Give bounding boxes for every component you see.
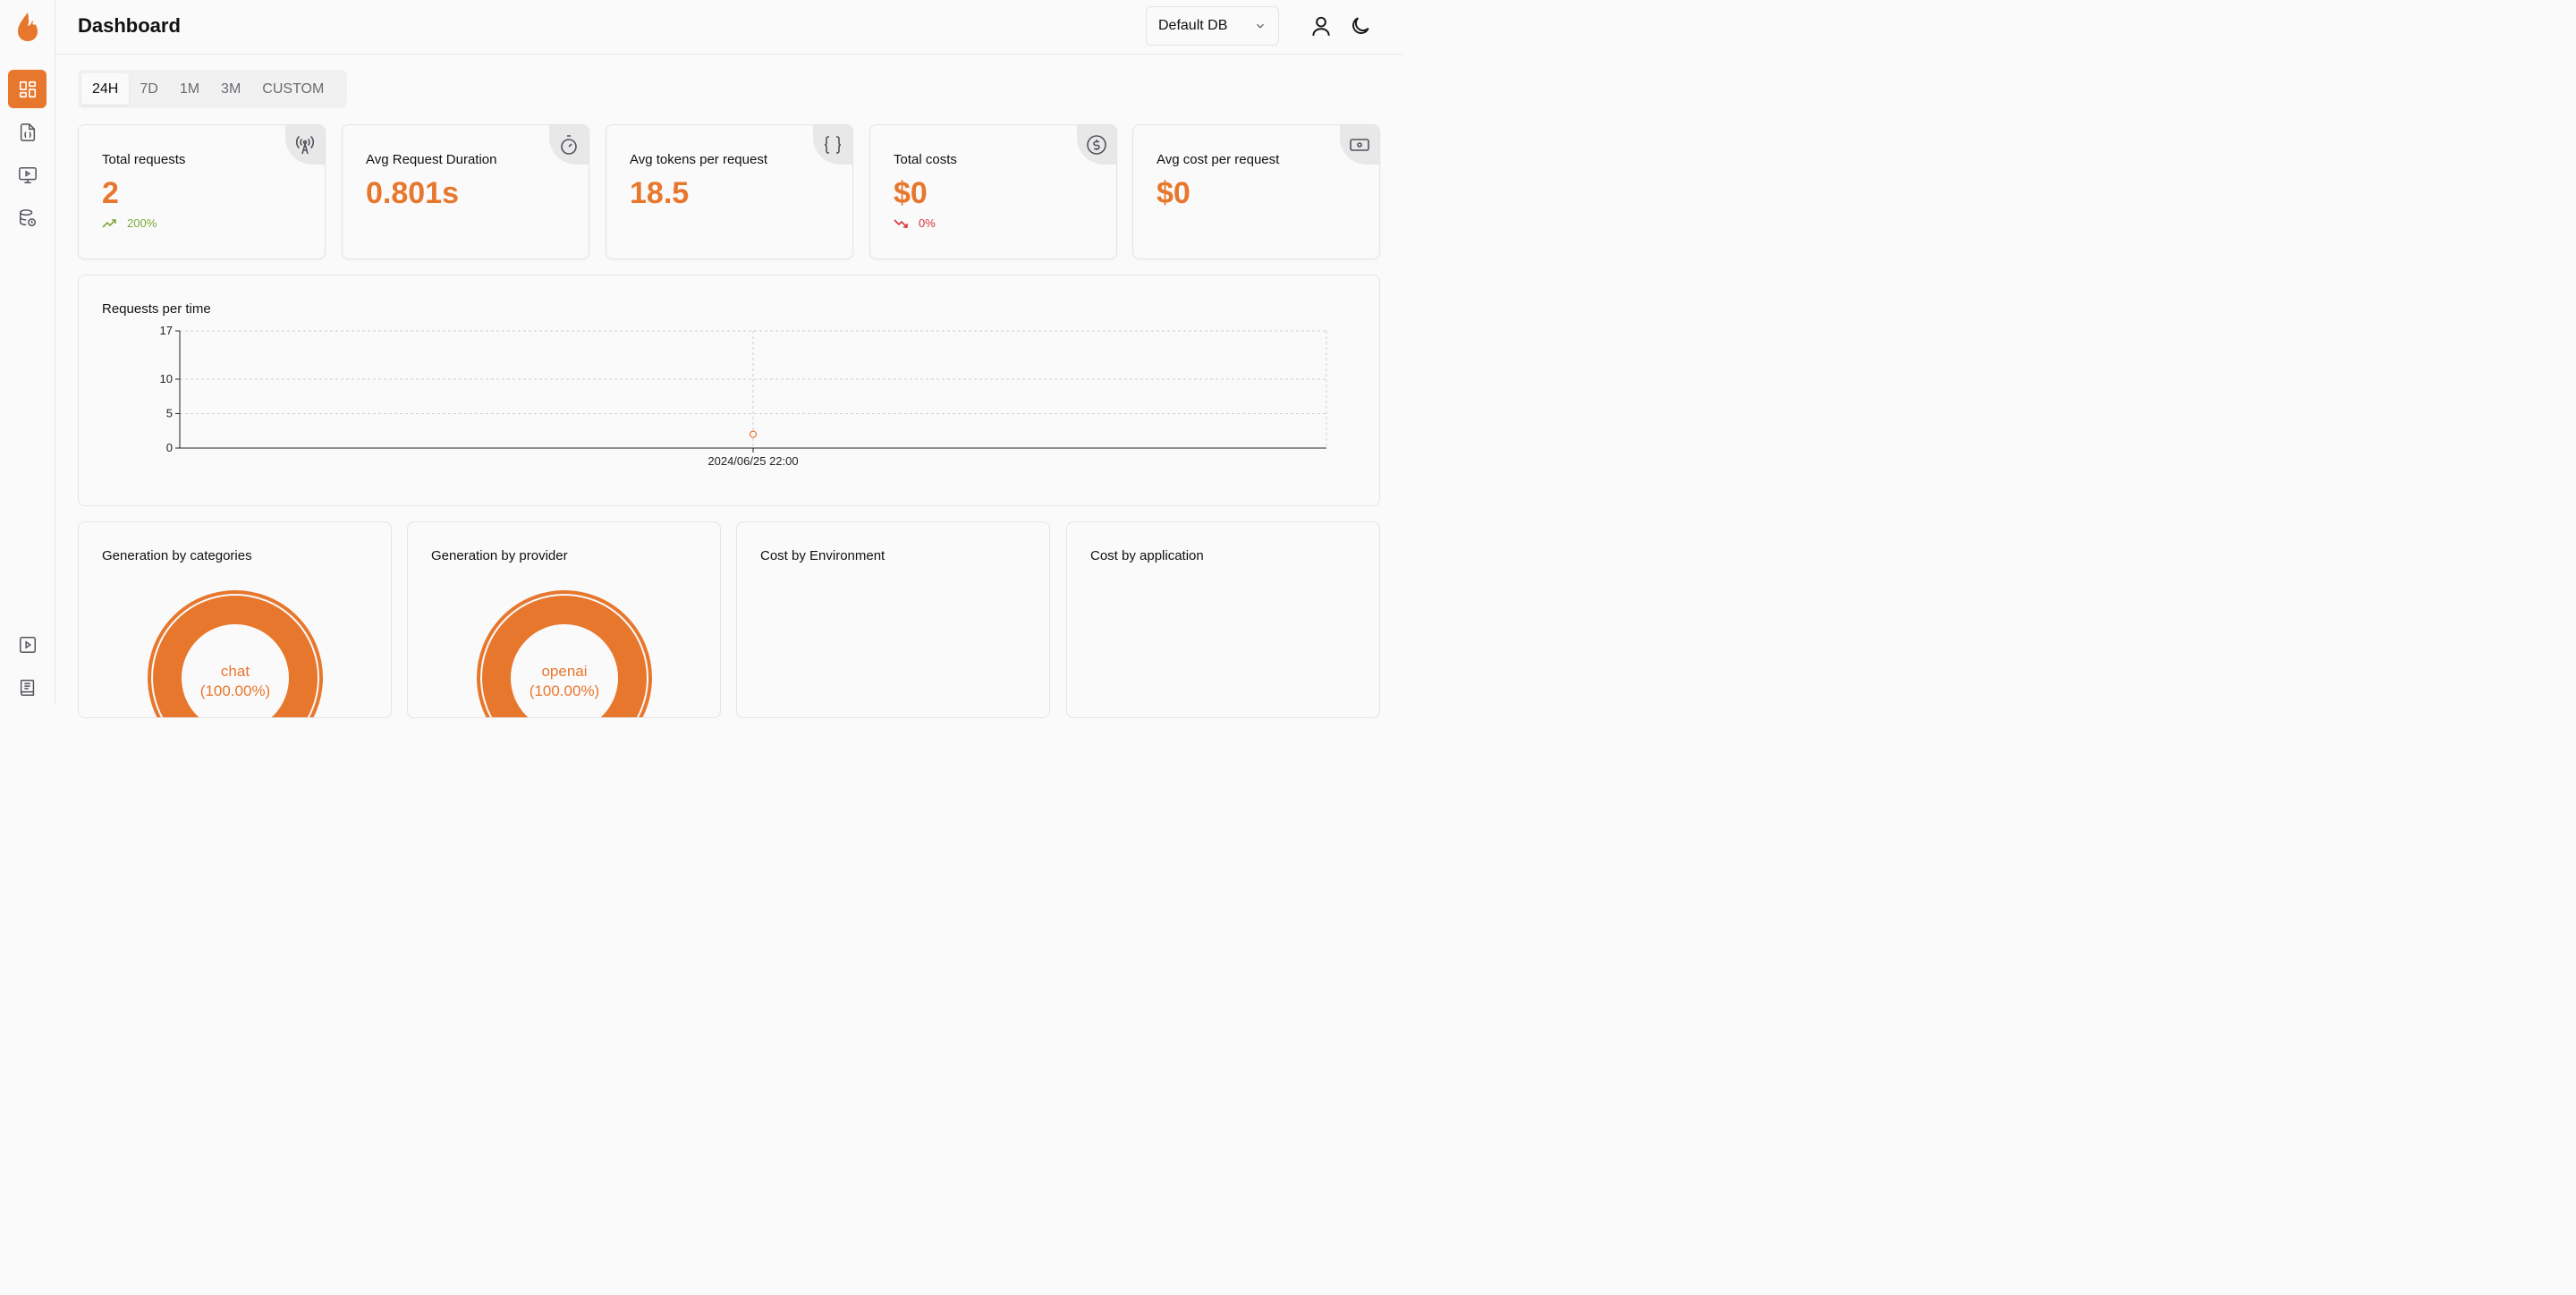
y-tick-label: 17 — [160, 324, 173, 337]
requests-chart: 0 5 10 17 2024/06/25 22:00 — [160, 324, 1327, 468]
card-title: Generation by provider — [431, 548, 568, 563]
card-cost-by-application: Cost by application — [1066, 521, 1380, 718]
page-title: Dashboard — [78, 14, 181, 37]
tab-7d[interactable]: 7D — [129, 73, 168, 105]
card-generation-by-categories: Generation by categories chat (100.00%) — [78, 521, 392, 718]
stat-value: $0 — [1157, 176, 1191, 210]
y-tick-label: 10 — [160, 372, 173, 385]
card-cost-by-environment: Cost by Environment — [736, 521, 1050, 718]
sidebar-item-playground[interactable] — [8, 625, 47, 664]
sidebar-item-monitor[interactable] — [8, 156, 47, 194]
y-tick-label: 5 — [166, 406, 173, 419]
monitor-play-icon — [18, 166, 37, 183]
stat-card-avg-duration: Avg Request Duration 0.801s — [342, 124, 589, 259]
x-tick-label: 2024/06/25 22:00 — [708, 454, 798, 468]
donut-label: chat — [220, 663, 250, 680]
data-point — [749, 430, 758, 438]
tab-3m[interactable]: 3M — [210, 73, 251, 105]
stat-delta: 200% — [102, 216, 157, 230]
stat-card-avg-cost: Avg cost per request $0 — [1132, 124, 1380, 259]
stat-value: 2 — [102, 176, 119, 210]
database-select[interactable]: Default DB — [1146, 6, 1279, 46]
card-title: Generation by categories — [102, 548, 252, 563]
trending-up-icon — [102, 218, 116, 228]
user-icon[interactable] — [1309, 14, 1333, 38]
tab-24h[interactable]: 24H — [81, 73, 130, 105]
chevron-down-icon — [1257, 23, 1264, 29]
y-tick-label: 0 — [166, 441, 173, 454]
stat-delta: 0% — [894, 216, 936, 230]
banknote-icon — [1350, 139, 1369, 151]
logo-icon[interactable] — [14, 11, 41, 43]
database-history-icon — [19, 208, 36, 226]
sidebar-item-database[interactable] — [8, 199, 47, 237]
antenna-icon — [295, 135, 315, 155]
stat-label: Avg Request Duration — [366, 152, 497, 167]
trending-down-icon — [894, 218, 908, 228]
braces-icon — [824, 136, 842, 154]
dollar-circle-icon — [1087, 135, 1106, 155]
card-title: Cost by application — [1090, 548, 1204, 563]
time-range-tabs: 24H 7D 1M 3M CUSTOM — [78, 70, 347, 108]
stat-card-total-requests: Total requests 2 200% — [78, 124, 326, 259]
sidebar — [0, 0, 55, 705]
stat-label: Avg cost per request — [1157, 152, 1280, 167]
card-title: Cost by Environment — [760, 548, 886, 563]
tab-1m[interactable]: 1M — [169, 73, 210, 105]
play-icon — [19, 636, 36, 653]
stat-value: 0.801s — [366, 176, 459, 210]
donut-percent: (100.00%) — [199, 682, 271, 699]
sidebar-item-requests[interactable] — [8, 113, 47, 151]
dashboard-icon — [19, 80, 36, 97]
stat-card-total-costs: Total costs $0 0% — [869, 124, 1117, 259]
tab-custom[interactable]: CUSTOM — [251, 73, 335, 105]
timer-icon — [561, 135, 577, 155]
stat-delta-value: 0% — [919, 216, 936, 230]
sidebar-item-dashboard[interactable] — [8, 70, 47, 108]
top-header: Dashboard Default DB — [55, 0, 1402, 55]
donut-percent: (100.00%) — [529, 682, 600, 699]
sidebar-item-docs[interactable] — [8, 668, 47, 707]
stat-label: Total costs — [894, 152, 957, 167]
stat-value: 18.5 — [630, 176, 690, 210]
stat-label: Total requests — [102, 152, 186, 167]
book-icon — [20, 679, 34, 696]
moon-icon[interactable] — [1349, 14, 1372, 38]
requests-icon — [20, 123, 35, 141]
stat-label: Avg tokens per request — [630, 152, 767, 167]
stat-value: $0 — [894, 176, 928, 210]
database-select-value: Default DB — [1158, 18, 1228, 33]
card-generation-by-provider: Generation by provider openai (100.00%) — [407, 521, 721, 718]
stat-card-avg-tokens: Avg tokens per request 18.5 — [606, 124, 853, 259]
requests-chart-card: Requests per time 0 5 10 17 2024/06/25 22:00 — [78, 275, 1380, 506]
donut-label: openai — [541, 663, 588, 680]
stat-delta-value: 200% — [127, 216, 157, 230]
